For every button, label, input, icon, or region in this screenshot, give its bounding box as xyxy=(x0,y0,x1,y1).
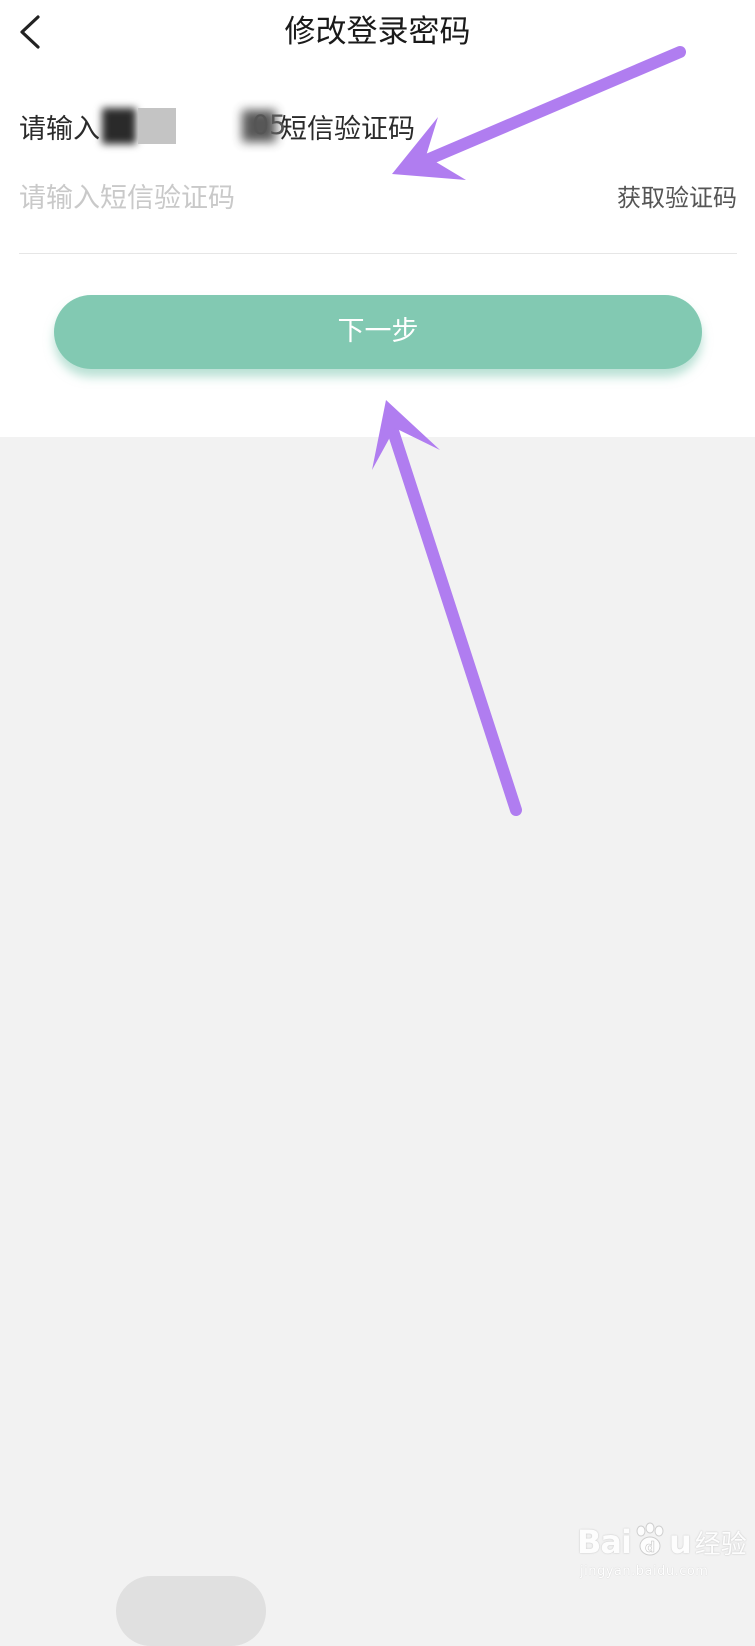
next-step-button[interactable]: 下一步 xyxy=(54,295,702,369)
sms-prompt-text: 请输入 05 短信验证码 xyxy=(19,104,415,148)
sms-prompt-suffix: 短信验证码 xyxy=(280,113,415,145)
arrow-to-next-button xyxy=(372,400,522,816)
form-panel: 修改登录密码 请输入 05 短信验证码 获取验证码 下一步 xyxy=(0,0,755,437)
watermark-url: jingyan.baidu.com xyxy=(580,1564,709,1579)
paw-icon: d xyxy=(633,1522,667,1562)
page-title: 修改登录密码 xyxy=(284,14,471,50)
svg-text:d: d xyxy=(645,1540,655,1556)
watermark-logo-left: Bai xyxy=(577,1523,632,1561)
get-code-button[interactable]: 获取验证码 xyxy=(617,178,737,218)
baidu-jingyan-watermark: Bai d u 经验 xyxy=(577,1522,747,1562)
sms-prompt-prefix: 请输入 xyxy=(19,113,100,145)
masked-phone-number: 05 xyxy=(102,106,286,146)
redaction-mark xyxy=(138,108,176,144)
sms-code-input[interactable] xyxy=(19,176,539,220)
redaction-mark xyxy=(102,108,136,144)
phone-tail-digits: 05 xyxy=(252,110,287,141)
watermark-brand: 经验 xyxy=(694,1529,747,1560)
home-indicator xyxy=(116,1576,266,1646)
input-divider xyxy=(19,253,737,254)
watermark-logo-right: u xyxy=(668,1523,692,1561)
